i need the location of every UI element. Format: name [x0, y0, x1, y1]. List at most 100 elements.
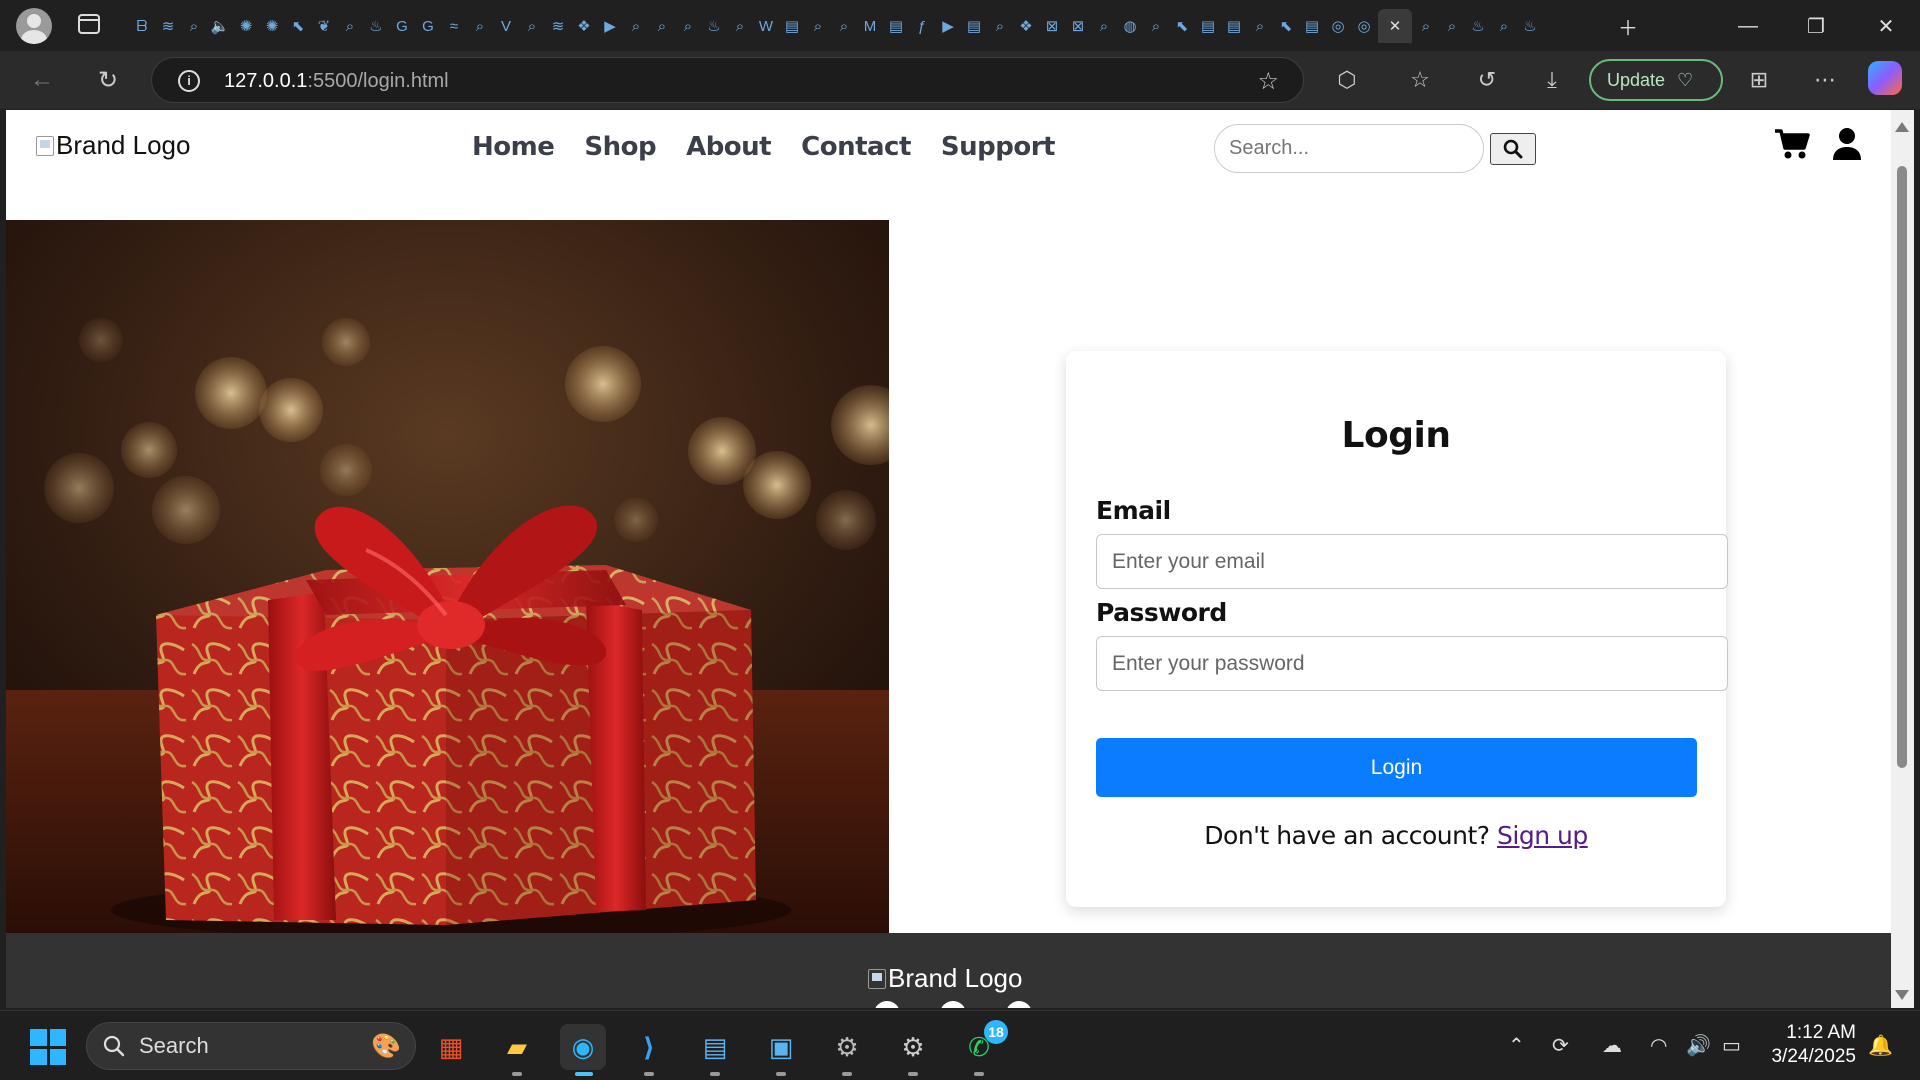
wikipedia-tab-icon[interactable]: W	[754, 14, 778, 38]
wifi-icon[interactable]: ◠	[1650, 1033, 1667, 1058]
figma-tab-icon[interactable]: ❖	[1014, 14, 1038, 38]
page-scrollbar[interactable]	[1891, 110, 1914, 1008]
active-tab-close-icon[interactable]: ✕	[1378, 9, 1412, 43]
system-clock[interactable]: 1:12 AM 3/24/2025	[1764, 1021, 1856, 1069]
refresh-button[interactable]: ↻	[90, 62, 126, 98]
fire-tab-icon[interactable]: ♨	[364, 14, 388, 38]
site-info-icon[interactable]: i	[178, 70, 200, 92]
cursor-tab-icon[interactable]: ⬉	[1170, 14, 1194, 38]
fire-tab-icon[interactable]: ♨	[1518, 14, 1542, 38]
whatsapp-icon[interactable]: ✆ 18	[956, 1020, 1008, 1076]
address-bar[interactable]: i 127.0.0.1:5500/login.html ☆	[151, 57, 1304, 103]
minimize-button[interactable]: —	[1728, 8, 1768, 44]
scrollbar-thumb[interactable]	[1897, 166, 1907, 768]
google-tab-icon[interactable]: G	[390, 14, 414, 38]
onedrive-cloud-icon[interactable]: ☁	[1602, 1033, 1622, 1058]
notes-tab-icon[interactable]: ▤	[1196, 14, 1220, 38]
fire-tab-icon[interactable]: ♨	[1466, 14, 1490, 38]
openai-tab-icon[interactable]: ✺	[260, 14, 284, 38]
scroll-up-arrow-icon[interactable]	[1895, 122, 1909, 132]
update-button[interactable]: Update ♡	[1589, 59, 1723, 101]
notifications-bell-icon[interactable]: 🔔	[1868, 1033, 1893, 1058]
profile-avatar[interactable]	[16, 8, 52, 44]
search-tab-icon[interactable]: ⌕	[182, 14, 206, 38]
fire-tab-icon[interactable]: ♨	[702, 14, 726, 38]
nav-contact[interactable]: Contact	[801, 132, 911, 162]
html-tab-icon[interactable]: ◍	[1118, 14, 1142, 38]
search-tab-icon[interactable]: ⌕	[676, 14, 700, 38]
cursor-tab-icon[interactable]: ⬉	[1274, 14, 1298, 38]
gallery-tab-icon[interactable]: ≋	[546, 14, 570, 38]
social-icon[interactable]	[1006, 1001, 1032, 1008]
search-tab-icon[interactable]: ⌕	[728, 14, 752, 38]
figma-tab-icon[interactable]: ❖	[572, 14, 596, 38]
search-input[interactable]	[1214, 124, 1484, 173]
taskbar-search[interactable]: Search 🎨	[86, 1022, 416, 1070]
favorite-star-icon[interactable]: ☆	[1257, 67, 1279, 96]
notepad-icon[interactable]: ▤	[692, 1024, 738, 1076]
youtube-tab-icon[interactable]: ▶	[936, 14, 960, 38]
brand-logo[interactable]: Brand Logo	[36, 130, 190, 161]
back-button[interactable]: ←	[24, 62, 60, 98]
search-tab-icon[interactable]: ⌕	[806, 14, 830, 38]
control-panel-icon[interactable]: ▣	[758, 1024, 804, 1076]
file-explorer-icon[interactable]: ▰	[494, 1024, 540, 1076]
formula-tab-icon[interactable]: ƒ	[910, 14, 934, 38]
globe-tab-icon[interactable]: ◎	[1326, 14, 1350, 38]
tab-actions-icon[interactable]	[78, 14, 100, 34]
nav-shop[interactable]: Shop	[584, 132, 656, 162]
social-icon[interactable]	[874, 1001, 900, 1008]
search-tab-icon[interactable]: ⌕	[650, 14, 674, 38]
search-tab-icon[interactable]: ⌕	[832, 14, 856, 38]
leaf-tab-icon[interactable]: ❦	[312, 14, 336, 38]
youtube-tab-icon[interactable]: ▶	[598, 14, 622, 38]
cursor-tab-icon[interactable]: ⬉	[286, 14, 310, 38]
notes-tab-icon[interactable]: ▤	[962, 14, 986, 38]
search-tab-icon[interactable]: ⌕	[1492, 14, 1516, 38]
notes-tab-icon[interactable]: ▤	[1222, 14, 1246, 38]
search-tab-icon[interactable]: ⌕	[1144, 14, 1168, 38]
settings-gear-icon[interactable]: ⚙	[824, 1024, 870, 1076]
collections-icon[interactable]: ⊞	[1742, 63, 1776, 97]
copilot-icon[interactable]	[1868, 61, 1902, 95]
favorites-icon[interactable]: ☆	[1403, 63, 1437, 97]
settings-app-icon[interactable]: ⚙	[890, 1024, 936, 1076]
search-button[interactable]	[1490, 133, 1536, 165]
email-field[interactable]	[1096, 534, 1728, 589]
medium-tab-icon[interactable]: M	[858, 14, 882, 38]
restore-button[interactable]: ❐	[1796, 8, 1836, 44]
openai-tab-icon[interactable]: ✺	[234, 14, 258, 38]
signup-link[interactable]: Sign up	[1497, 821, 1588, 850]
search-tab-icon[interactable]: ⌕	[1092, 14, 1116, 38]
password-field[interactable]	[1096, 636, 1728, 691]
downloads-icon[interactable]: ⤓	[1535, 63, 1569, 97]
user-account-icon[interactable]	[1832, 128, 1862, 165]
notes-tab-icon[interactable]: ▤	[780, 14, 804, 38]
url-text[interactable]: 127.0.0.1:5500/login.html	[224, 70, 449, 93]
close-window-button[interactable]: ✕	[1866, 8, 1906, 44]
file-x-tab-icon[interactable]: ⊠	[1040, 14, 1064, 38]
nav-support[interactable]: Support	[941, 132, 1056, 162]
globe-tab-icon[interactable]: ◎	[1352, 14, 1376, 38]
nav-about[interactable]: About	[686, 132, 772, 162]
volume-icon[interactable]: 🔊	[1686, 1033, 1711, 1058]
new-tab-button[interactable]: ＋	[1608, 8, 1648, 44]
search-tab-icon[interactable]: ⌕	[520, 14, 544, 38]
history-icon[interactable]: ↺	[1470, 63, 1504, 97]
extensions-icon[interactable]: ⬡	[1330, 63, 1364, 97]
vscode-icon[interactable]: ⟩	[626, 1024, 672, 1076]
search-tab-icon[interactable]: ⌕	[1440, 14, 1464, 38]
start-button[interactable]	[30, 1029, 66, 1065]
scroll-down-arrow-icon[interactable]	[1895, 990, 1909, 1000]
edge-browser-icon[interactable]: ◉	[560, 1024, 606, 1076]
sync-icon[interactable]: ⟳	[1552, 1033, 1569, 1058]
file-x-tab-icon[interactable]: ⊠	[1066, 14, 1090, 38]
footer-brand-logo[interactable]: Brand Logo	[868, 963, 1022, 994]
audio-tab-icon[interactable]: 🔈	[208, 14, 232, 38]
nav-home[interactable]: Home	[472, 132, 555, 162]
search-tab-icon[interactable]: ⌕	[468, 14, 492, 38]
battery-icon[interactable]: ▭	[1722, 1033, 1741, 1058]
notes-tab-icon[interactable]: ▤	[884, 14, 908, 38]
edge-tab-icon[interactable]: ᗷ	[130, 14, 154, 38]
search-tab-icon[interactable]: ⌕	[988, 14, 1012, 38]
